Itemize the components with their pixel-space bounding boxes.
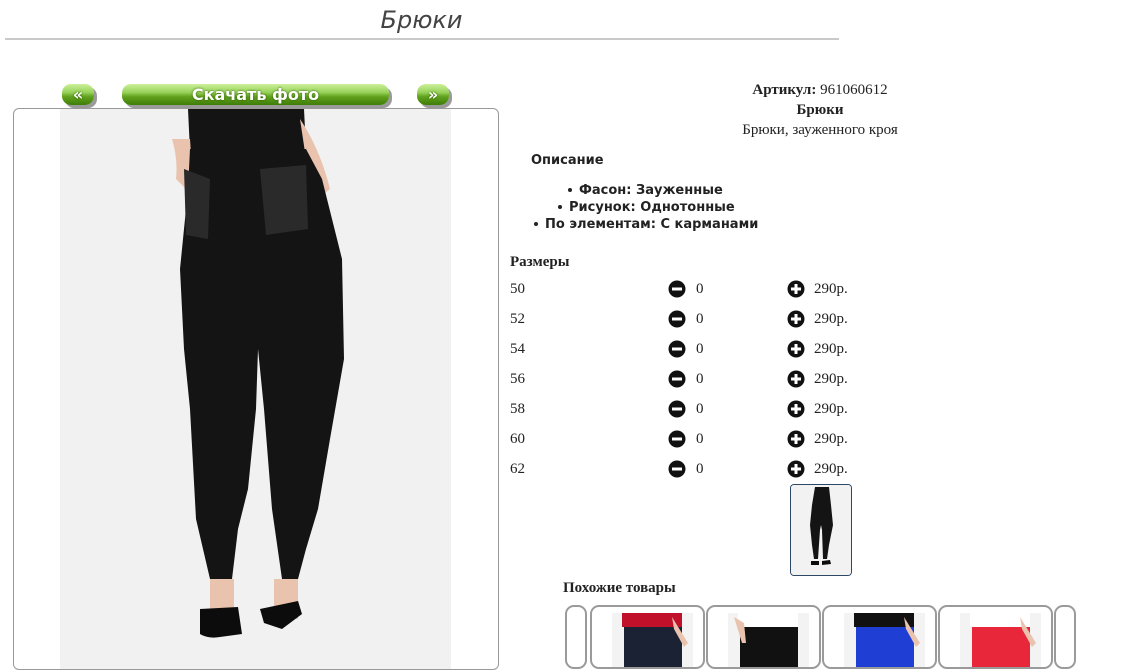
minus-icon[interactable] xyxy=(668,430,686,448)
description-title: Описание xyxy=(531,153,604,168)
quantity-value: 0 xyxy=(696,341,704,357)
size-row: 58 0 290р. xyxy=(510,399,870,419)
download-photo-button[interactable]: Скачать фото xyxy=(122,84,389,105)
price-value: 290р. xyxy=(814,401,848,417)
similar-item-image xyxy=(728,613,809,667)
minus-icon[interactable] xyxy=(668,280,686,298)
minus-icon[interactable] xyxy=(668,370,686,388)
size-value: 50 xyxy=(510,281,525,297)
bullet-icon xyxy=(534,221,538,226)
price-value: 290р. xyxy=(814,311,848,327)
bullet-icon xyxy=(568,187,572,192)
similar-title: Похожие товары xyxy=(563,580,676,596)
plus-icon[interactable] xyxy=(787,280,805,298)
product-info: Артикул: 961060612 Брюки Брюки, зауженно… xyxy=(610,80,1030,140)
size-value: 56 xyxy=(510,371,525,387)
similar-item-image xyxy=(960,613,1041,667)
size-value: 62 xyxy=(510,461,525,477)
quantity-value: 0 xyxy=(696,431,704,447)
price-value: 290р. xyxy=(814,461,848,477)
prev-photo-button[interactable]: « xyxy=(62,84,94,105)
size-row: 62 0 290р. xyxy=(510,459,870,479)
size-row: 60 0 290р. xyxy=(510,429,870,449)
similar-item[interactable] xyxy=(822,605,937,669)
similar-item[interactable] xyxy=(590,605,705,669)
product-photo-frame xyxy=(13,108,499,670)
article-value: 961060612 xyxy=(820,82,888,98)
quantity-value: 0 xyxy=(696,401,704,417)
similar-next-button[interactable] xyxy=(1054,605,1076,669)
photo-thumbnail[interactable] xyxy=(790,484,852,576)
product-photo-image xyxy=(172,109,344,638)
price-value: 290р. xyxy=(814,341,848,357)
quantity-value: 0 xyxy=(696,311,704,327)
product-subtitle: Брюки, зауженного кроя xyxy=(742,122,898,138)
description-item: По элементам: С карманами xyxy=(534,217,758,232)
minus-icon[interactable] xyxy=(668,310,686,328)
size-row: 54 0 290р. xyxy=(510,339,870,359)
minus-icon[interactable] xyxy=(668,400,686,418)
description-item: Рисунок: Однотонные xyxy=(558,200,735,215)
price-value: 290р. xyxy=(814,371,848,387)
product-name: Брюки xyxy=(796,102,844,118)
plus-icon[interactable] xyxy=(787,460,805,478)
price-value: 290р. xyxy=(814,281,848,297)
similar-item-image xyxy=(844,613,925,667)
size-value: 54 xyxy=(510,341,525,357)
plus-icon[interactable] xyxy=(787,430,805,448)
article-row: Артикул: 961060612 xyxy=(610,80,1030,100)
quantity-value: 0 xyxy=(696,461,704,477)
next-photo-button[interactable]: » xyxy=(417,84,449,105)
plus-icon[interactable] xyxy=(787,400,805,418)
size-value: 60 xyxy=(510,431,525,447)
size-value: 58 xyxy=(510,401,525,417)
similar-item[interactable] xyxy=(938,605,1053,669)
sizes-title: Размеры xyxy=(510,254,570,270)
similar-prev-button[interactable] xyxy=(565,605,587,669)
plus-icon[interactable] xyxy=(787,370,805,388)
bullet-icon xyxy=(558,204,562,209)
size-value: 52 xyxy=(510,311,525,327)
size-row: 50 0 290р. xyxy=(510,279,870,299)
plus-icon[interactable] xyxy=(787,310,805,328)
thumbnail-image xyxy=(791,485,851,575)
price-value: 290р. xyxy=(814,431,848,447)
size-row: 56 0 290р. xyxy=(510,369,870,389)
page-title: Брюки xyxy=(380,6,463,34)
product-photo[interactable] xyxy=(60,109,451,669)
title-divider xyxy=(5,38,839,40)
article-label: Артикул: xyxy=(752,82,817,98)
description-item: Фасон: Зауженные xyxy=(568,183,723,198)
similar-item[interactable] xyxy=(706,605,821,669)
minus-icon[interactable] xyxy=(668,340,686,358)
minus-icon[interactable] xyxy=(668,460,686,478)
plus-icon[interactable] xyxy=(787,340,805,358)
similar-item-image xyxy=(612,613,693,667)
quantity-value: 0 xyxy=(696,371,704,387)
size-row: 52 0 290р. xyxy=(510,309,870,329)
quantity-value: 0 xyxy=(696,281,704,297)
